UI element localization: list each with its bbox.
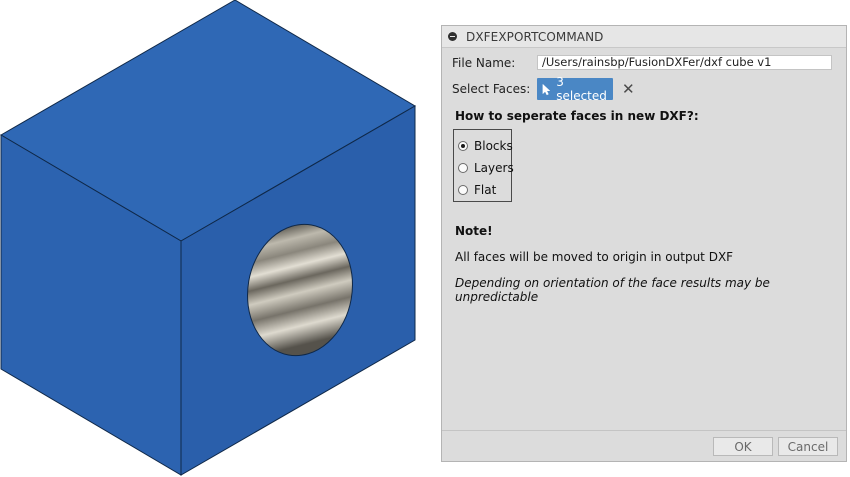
select-faces-button[interactable]: 3 selected <box>537 75 613 103</box>
radio-flat[interactable]: Flat <box>458 183 496 197</box>
collapse-icon[interactable] <box>448 32 457 41</box>
file-name-label: File Name: <box>452 55 516 70</box>
3d-viewport[interactable] <box>0 0 430 477</box>
radio-label: Blocks <box>474 139 513 153</box>
file-name-input[interactable]: /Users/rainsbp/FusionDXFer/dxf cube v1 <box>537 55 832 70</box>
cursor-icon <box>542 83 550 95</box>
radio-layers[interactable]: Layers <box>458 161 514 175</box>
radio-label: Flat <box>474 183 497 197</box>
file-name-row: File Name: /Users/rainsbp/FusionDXFer/dx… <box>452 55 832 70</box>
separation-radio-group: Blocks Layers Flat <box>453 129 514 202</box>
cancel-button[interactable]: Cancel <box>778 437 838 456</box>
dialog-title-bar[interactable]: DXFEXPORTCOMMAND <box>442 26 846 48</box>
radio-button[interactable] <box>458 163 468 173</box>
select-faces-row: Select Faces: 3 selected ✕ <box>452 75 635 103</box>
radio-button-checked[interactable] <box>458 141 468 151</box>
note-text: All faces will be moved to origin in out… <box>455 250 734 264</box>
dialog-title: DXFEXPORTCOMMAND <box>466 29 604 44</box>
separation-heading: How to seperate faces in new DXF?: <box>455 109 699 123</box>
radio-blocks[interactable]: Blocks <box>458 139 513 153</box>
close-icon[interactable]: ✕ <box>622 81 635 97</box>
cube-model[interactable] <box>0 0 430 477</box>
warning-text: Depending on orientation of the face res… <box>455 276 770 304</box>
select-faces-label: Select Faces: <box>452 82 531 96</box>
radio-button[interactable] <box>458 185 468 195</box>
selection-count: 3 selected <box>556 75 607 103</box>
radio-label: Layers <box>474 161 514 175</box>
ok-button[interactable]: OK <box>713 437 773 456</box>
note-heading: Note! <box>455 224 493 238</box>
application-window: DXFEXPORTCOMMAND File Name: /Users/rains… <box>0 0 850 477</box>
dxf-export-dialog: DXFEXPORTCOMMAND File Name: /Users/rains… <box>441 25 847 462</box>
dialog-footer: OK Cancel <box>442 430 846 461</box>
